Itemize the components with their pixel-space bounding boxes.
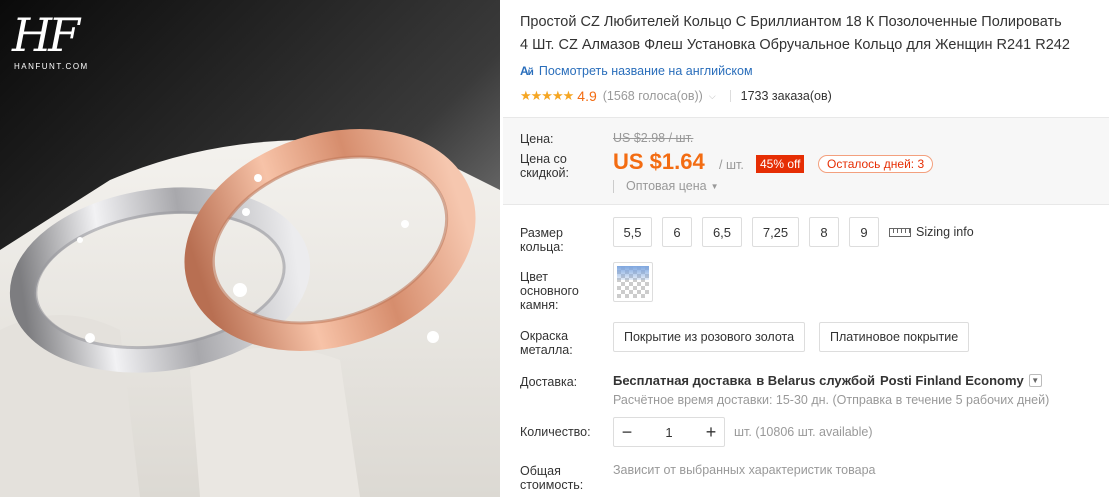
caret-down-icon: ▼	[710, 181, 719, 191]
ruler-icon	[889, 227, 911, 237]
plating-option-platinum[interactable]: Платиновое покрытие	[819, 322, 970, 352]
stone-color-swatch[interactable]	[613, 262, 653, 302]
rating-stars-icon: ★★★★★	[520, 88, 574, 103]
size-option[interactable]: 5,5	[613, 217, 652, 247]
size-option[interactable]: 9	[849, 217, 879, 247]
size-option[interactable]: 6,5	[702, 217, 742, 247]
translate-title-link[interactable]: Aй Посмотреть название на английском	[520, 64, 753, 78]
shipping-carrier: Posti Finland Economy	[880, 373, 1024, 388]
product-title: Простой CZ Любителей Кольцо С Бриллианто…	[520, 11, 1106, 57]
original-price: US $2.98 / шт.	[613, 131, 694, 145]
divider	[613, 179, 614, 193]
sizing-info-link[interactable]: Sizing info	[889, 225, 974, 239]
quantity-label: Количество:	[520, 425, 591, 439]
product-image[interactable]: HF HANFUNT.COM	[0, 0, 500, 497]
stone-color-label: Цвет основного камня:	[520, 270, 579, 312]
free-shipping-text: Бесплатная доставка	[613, 373, 752, 388]
orders-count: 1733 заказа(ов)	[740, 89, 832, 103]
product-title-line-2: 4 Шт. CZ Алмазов Флеш Установка Обручаль…	[520, 37, 1070, 53]
shipping-destination: в Belarus службой	[756, 373, 875, 388]
product-title-line-1: Простой CZ Любителей Кольцо С Бриллианто…	[520, 14, 1062, 30]
plating-label: Окраска металла:	[520, 329, 573, 357]
quantity-input[interactable]: 1	[640, 425, 698, 440]
divider	[503, 204, 1109, 205]
size-option[interactable]: 8	[809, 217, 839, 247]
shipping-estimate: Расчётное время доставки: 15-30 дн. (Отп…	[613, 393, 1050, 407]
sizing-info-text[interactable]: Sizing info	[916, 225, 974, 239]
plating-option-rose-gold[interactable]: Покрытие из розового золота	[613, 322, 806, 352]
price-block: Цена: US $2.98 / шт. Цена со скидкой: US…	[503, 118, 1109, 204]
chevron-down-icon[interactable]: ▼	[1028, 374, 1042, 387]
price-per-unit: / шт.	[719, 158, 744, 172]
translate-link-text[interactable]: Посмотреть название на английском	[539, 64, 753, 78]
translate-icon: Aй	[520, 64, 534, 78]
rating-value: 4.9	[577, 88, 597, 104]
decrease-quantity-button[interactable]: −	[614, 418, 640, 446]
size-option[interactable]: 7,25	[752, 217, 799, 247]
quantity-stepper: − 1 +	[613, 417, 725, 447]
days-left-badge: Осталось дней: 3	[818, 155, 934, 173]
rings-photo	[0, 0, 500, 497]
brand-logo: HF HANFUNT.COM	[12, 10, 89, 71]
current-price: US $1.64	[613, 149, 705, 174]
rating-row: ★★★★★ 4.9 (1568 голоса(ов)) ⌵ 1733 заказ…	[520, 88, 832, 104]
discount-badge: 45% off	[756, 155, 805, 173]
total-price-value: Зависит от выбранных характеристик товар…	[613, 463, 876, 477]
price-label: Цена:	[520, 132, 554, 146]
shipping-label: Доставка:	[520, 375, 578, 389]
wholesale-price-dropdown[interactable]: Оптовая цена ▼	[613, 179, 718, 193]
chevron-down-icon[interactable]: ⌵	[709, 91, 716, 102]
logo-text: HANFUNT.COM	[14, 62, 89, 71]
shipping-method: Бесплатная доставка в Belarus службой Po…	[613, 373, 1042, 388]
total-price-label: Общая стоимость:	[520, 464, 584, 492]
discount-price-label: Цена со скидкой:	[520, 152, 570, 180]
divider	[729, 90, 731, 102]
ring-size-label: Размер кольца:	[520, 226, 564, 254]
product-detail-panel: Простой CZ Любителей Кольцо С Бриллианто…	[503, 0, 1109, 497]
votes-count-link[interactable]: (1568 голоса(ов))	[603, 89, 703, 103]
quantity-available: шт. (10806 шт. available)	[734, 425, 873, 439]
size-option[interactable]: 6	[662, 217, 692, 247]
transparent-swatch-icon	[617, 266, 649, 298]
increase-quantity-button[interactable]: +	[698, 418, 724, 446]
logo-mark: HF	[12, 8, 80, 62]
wholesale-label[interactable]: Оптовая цена	[626, 179, 707, 193]
